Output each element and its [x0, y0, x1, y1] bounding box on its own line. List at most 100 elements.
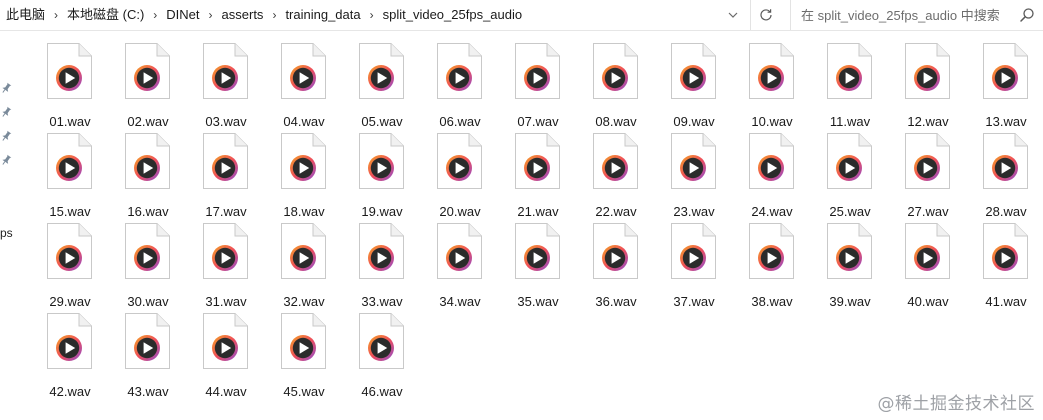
file-name: 15.wav: [49, 204, 91, 219]
file-item[interactable]: 33.wav: [345, 219, 423, 309]
file-item[interactable]: 28.wav: [969, 129, 1043, 219]
file-name: 04.wav: [283, 114, 325, 129]
file-item[interactable]: 46.wav: [345, 309, 423, 399]
search-box[interactable]: [790, 0, 1043, 30]
file-name: 27.wav: [907, 204, 949, 219]
file-item[interactable]: 16.wav: [111, 129, 189, 219]
audio-play-file-icon: [47, 223, 92, 279]
file-name: 17.wav: [205, 204, 247, 219]
file-item[interactable]: 08.wav: [579, 39, 657, 129]
audio-play-file-icon: [437, 133, 482, 189]
file-item[interactable]: 38.wav: [735, 219, 813, 309]
audio-play-file-icon: [125, 43, 170, 99]
file-item[interactable]: 30.wav: [111, 219, 189, 309]
file-item[interactable]: 07.wav: [501, 39, 579, 129]
pin-icon: [2, 154, 12, 165]
audio-play-file-icon: [749, 223, 794, 279]
breadcrumb-item[interactable]: 此电脑: [0, 0, 50, 30]
file-item[interactable]: 21.wav: [501, 129, 579, 219]
breadcrumb-separator-icon[interactable]: ›: [366, 8, 378, 22]
file-name: 31.wav: [205, 294, 247, 309]
file-item[interactable]: 31.wav: [189, 219, 267, 309]
pin-icon: [2, 106, 12, 117]
file-name: 35.wav: [517, 294, 559, 309]
file-item[interactable]: 23.wav: [657, 129, 735, 219]
file-name: 46.wav: [361, 384, 403, 399]
search-input[interactable]: [801, 6, 1011, 24]
file-name: 25.wav: [829, 204, 871, 219]
file-item[interactable]: 45.wav: [267, 309, 345, 399]
file-item[interactable]: 27.wav: [891, 129, 969, 219]
breadcrumb-separator-icon[interactable]: ›: [50, 8, 62, 22]
file-item[interactable]: 09.wav: [657, 39, 735, 129]
breadcrumb-item[interactable]: split_video_25fps_audio: [378, 0, 528, 30]
file-item[interactable]: 25.wav: [813, 129, 891, 219]
file-item[interactable]: 32.wav: [267, 219, 345, 309]
file-item[interactable]: 24.wav: [735, 129, 813, 219]
file-name: 41.wav: [985, 294, 1027, 309]
breadcrumb-separator-icon[interactable]: ›: [205, 8, 217, 22]
navigation-item-fragment[interactable]: ps: [0, 226, 13, 240]
breadcrumb-item[interactable]: DINet: [161, 0, 204, 30]
audio-play-file-icon: [593, 223, 638, 279]
file-item[interactable]: 19.wav: [345, 129, 423, 219]
file-name: 09.wav: [673, 114, 715, 129]
address-history-dropdown-button[interactable]: [718, 0, 748, 30]
breadcrumb-separator-icon[interactable]: ›: [268, 8, 280, 22]
audio-play-file-icon: [281, 133, 326, 189]
file-item[interactable]: 39.wav: [813, 219, 891, 309]
search-icon[interactable]: [1019, 7, 1035, 23]
audio-play-file-icon: [671, 43, 716, 99]
file-item[interactable]: 06.wav: [423, 39, 501, 129]
file-item[interactable]: 02.wav: [111, 39, 189, 129]
file-name: 16.wav: [127, 204, 169, 219]
file-item[interactable]: 13.wav: [969, 39, 1043, 129]
file-name: 40.wav: [907, 294, 949, 309]
file-item[interactable]: 20.wav: [423, 129, 501, 219]
file-item[interactable]: 18.wav: [267, 129, 345, 219]
breadcrumb-item[interactable]: 本地磁盘 (C:): [62, 0, 149, 30]
pin-icon: [2, 130, 12, 141]
file-item[interactable]: 40.wav: [891, 219, 969, 309]
audio-play-file-icon: [593, 133, 638, 189]
file-name: 44.wav: [205, 384, 247, 399]
file-name: 30.wav: [127, 294, 169, 309]
audio-play-file-icon: [47, 313, 92, 369]
breadcrumb-item[interactable]: training_data: [280, 0, 365, 30]
audio-play-file-icon: [905, 43, 950, 99]
audio-play-file-icon: [359, 313, 404, 369]
file-item[interactable]: 22.wav: [579, 129, 657, 219]
audio-play-file-icon: [515, 223, 560, 279]
file-item[interactable]: 03.wav: [189, 39, 267, 129]
file-item[interactable]: 35.wav: [501, 219, 579, 309]
audio-play-file-icon: [203, 133, 248, 189]
breadcrumb: 此电脑 › 本地磁盘 (C:) › DINet › asserts › training_dat…: [0, 0, 716, 30]
file-item[interactable]: 05.wav: [345, 39, 423, 129]
file-item[interactable]: 04.wav: [267, 39, 345, 129]
audio-play-file-icon: [905, 223, 950, 279]
file-name: 07.wav: [517, 114, 559, 129]
file-item[interactable]: 36.wav: [579, 219, 657, 309]
audio-play-file-icon: [47, 43, 92, 99]
file-item[interactable]: 34.wav: [423, 219, 501, 309]
file-name: 01.wav: [49, 114, 91, 129]
file-item[interactable]: 10.wav: [735, 39, 813, 129]
file-item[interactable]: 11.wav: [813, 39, 891, 129]
file-item[interactable]: 37.wav: [657, 219, 735, 309]
file-item[interactable]: 15.wav: [33, 129, 111, 219]
file-item[interactable]: 01.wav: [33, 39, 111, 129]
breadcrumb-separator-icon[interactable]: ›: [149, 8, 161, 22]
file-name: 39.wav: [829, 294, 871, 309]
audio-play-file-icon: [749, 43, 794, 99]
breadcrumb-item[interactable]: asserts: [217, 0, 269, 30]
file-item[interactable]: 17.wav: [189, 129, 267, 219]
file-item[interactable]: 41.wav: [969, 219, 1043, 309]
audio-play-file-icon: [281, 43, 326, 99]
file-item[interactable]: 42.wav: [33, 309, 111, 399]
file-item[interactable]: 12.wav: [891, 39, 969, 129]
audio-play-file-icon: [671, 133, 716, 189]
refresh-button[interactable]: [750, 0, 781, 30]
file-item[interactable]: 29.wav: [33, 219, 111, 309]
file-item[interactable]: 43.wav: [111, 309, 189, 399]
file-item[interactable]: 44.wav: [189, 309, 267, 399]
